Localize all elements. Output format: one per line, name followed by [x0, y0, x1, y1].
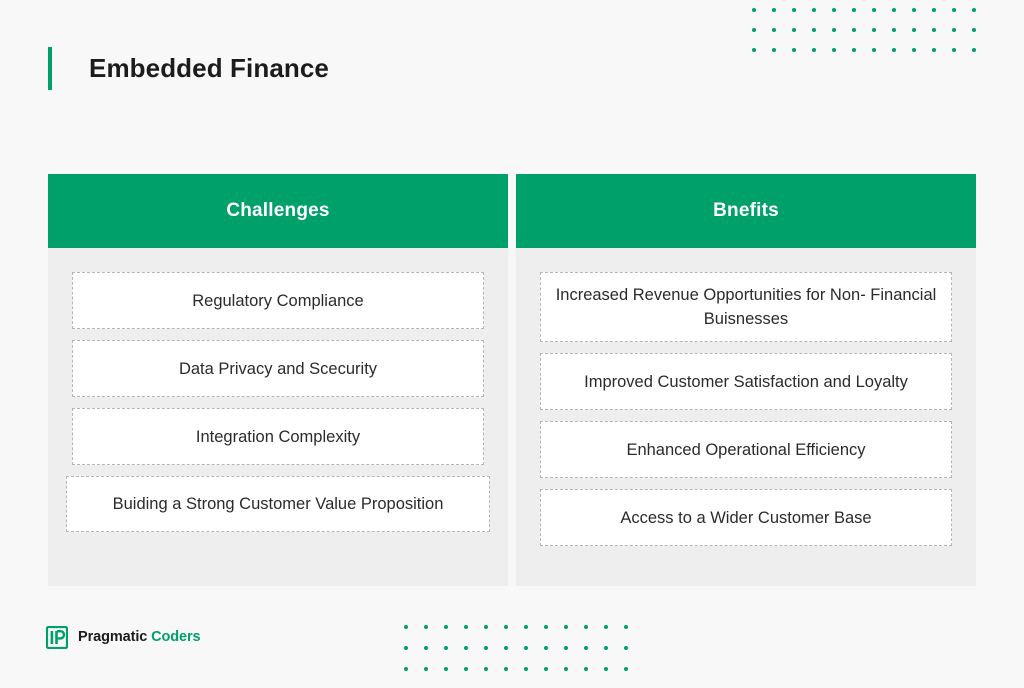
decorative-dot	[484, 646, 488, 650]
decorative-dot	[812, 48, 816, 52]
column-challenges: Challenges Regulatory Compliance Data Pr…	[48, 174, 508, 586]
decorative-dot	[544, 667, 548, 671]
decorative-dot	[504, 667, 508, 671]
decorative-dot	[912, 28, 916, 32]
brand-name-accent: Coders	[151, 629, 201, 645]
decorative-dot	[564, 646, 568, 650]
decorative-dot	[564, 625, 568, 629]
decorative-dot	[604, 625, 608, 629]
decorative-dot	[544, 625, 548, 629]
decorative-dot	[832, 48, 836, 52]
decorative-dot	[872, 28, 876, 32]
decorative-dot	[424, 625, 428, 629]
page-title-row: Embedded Finance	[48, 46, 329, 90]
list-item[interactable]: Increased Revenue Opportunities for Non-…	[540, 272, 952, 342]
decorative-dot	[972, 48, 976, 52]
decorative-dot	[912, 8, 916, 12]
decorative-dot	[444, 625, 448, 629]
decorative-dot	[624, 667, 628, 671]
decorative-dot	[832, 8, 836, 12]
decorative-dot	[872, 48, 876, 52]
decorative-dot	[932, 28, 936, 32]
decorative-dot	[912, 48, 916, 52]
decorative-dot	[972, 8, 976, 12]
column-benefits: Bnefits Increased Revenue Opportunities …	[516, 174, 976, 586]
decorative-dot	[772, 28, 776, 32]
decorative-dot	[872, 8, 876, 12]
decorative-dot	[584, 625, 588, 629]
decorative-dot	[812, 28, 816, 32]
list-item[interactable]: Enhanced Operational Efficiency	[540, 421, 952, 478]
brand-logo: Pragmatic Coders	[45, 624, 201, 650]
decorative-dot	[464, 625, 468, 629]
decorative-dot	[832, 28, 836, 32]
column-body-challenges: Regulatory Compliance Data Privacy and S…	[48, 248, 508, 572]
decorative-dot	[404, 646, 408, 650]
decorative-dot	[504, 625, 508, 629]
list-item[interactable]: Buiding a Strong Customer Value Proposit…	[66, 476, 490, 532]
decorative-dot-grid-bottom	[404, 625, 644, 688]
decorative-dot	[424, 667, 428, 671]
column-header-benefits: Bnefits	[516, 174, 976, 248]
decorative-dot	[792, 48, 796, 52]
decorative-dot	[464, 646, 468, 650]
decorative-dot	[424, 646, 428, 650]
decorative-dot	[852, 28, 856, 32]
decorative-dot	[604, 667, 608, 671]
list-item[interactable]: Integration Complexity	[72, 408, 484, 465]
decorative-dot	[852, 48, 856, 52]
decorative-dot	[792, 8, 796, 12]
decorative-dot	[932, 8, 936, 12]
brand-wordmark: Pragmatic Coders	[78, 629, 201, 645]
decorative-dot	[524, 667, 528, 671]
decorative-dot	[584, 646, 588, 650]
decorative-dot-grid-top-right	[752, 8, 992, 68]
decorative-dot	[524, 646, 528, 650]
decorative-dot	[544, 646, 548, 650]
page-title: Embedded Finance	[89, 52, 329, 83]
decorative-dot	[852, 8, 856, 12]
decorative-dot	[464, 667, 468, 671]
decorative-dot	[404, 667, 408, 671]
decorative-dot	[752, 8, 756, 12]
list-item[interactable]: Access to a Wider Customer Base	[540, 489, 952, 546]
decorative-dot	[444, 667, 448, 671]
decorative-dot	[932, 48, 936, 52]
decorative-dot	[752, 48, 756, 52]
decorative-dot	[952, 28, 956, 32]
decorative-dot	[504, 646, 508, 650]
decorative-dot	[404, 625, 408, 629]
decorative-dot	[624, 625, 628, 629]
decorative-dot	[584, 667, 588, 671]
column-header-challenges: Challenges	[48, 174, 508, 248]
column-body-benefits: Increased Revenue Opportunities for Non-…	[516, 248, 976, 586]
decorative-dot	[484, 625, 488, 629]
decorative-dot	[564, 667, 568, 671]
decorative-dot	[772, 48, 776, 52]
decorative-dot	[624, 646, 628, 650]
decorative-dot	[484, 667, 488, 671]
brand-name-primary: Pragmatic	[78, 629, 148, 645]
title-accent-bar	[48, 46, 52, 90]
decorative-dot	[812, 8, 816, 12]
list-item[interactable]: Data Privacy and Scecurity	[72, 340, 484, 397]
decorative-dot	[752, 28, 756, 32]
decorative-dot	[524, 625, 528, 629]
decorative-dot	[772, 8, 776, 12]
list-item[interactable]: Regulatory Compliance	[72, 272, 484, 329]
decorative-dot	[892, 48, 896, 52]
decorative-dot	[792, 28, 796, 32]
decorative-dot	[892, 8, 896, 12]
decorative-dot	[892, 28, 896, 32]
pragmatic-coders-logo-icon	[45, 625, 69, 649]
decorative-dot	[444, 646, 448, 650]
decorative-dot	[972, 28, 976, 32]
list-item[interactable]: Improved Customer Satisfaction and Loyal…	[540, 353, 952, 410]
decorative-dot	[952, 8, 956, 12]
comparison-columns: Challenges Regulatory Compliance Data Pr…	[48, 174, 976, 586]
decorative-dot	[604, 646, 608, 650]
decorative-dot	[952, 48, 956, 52]
